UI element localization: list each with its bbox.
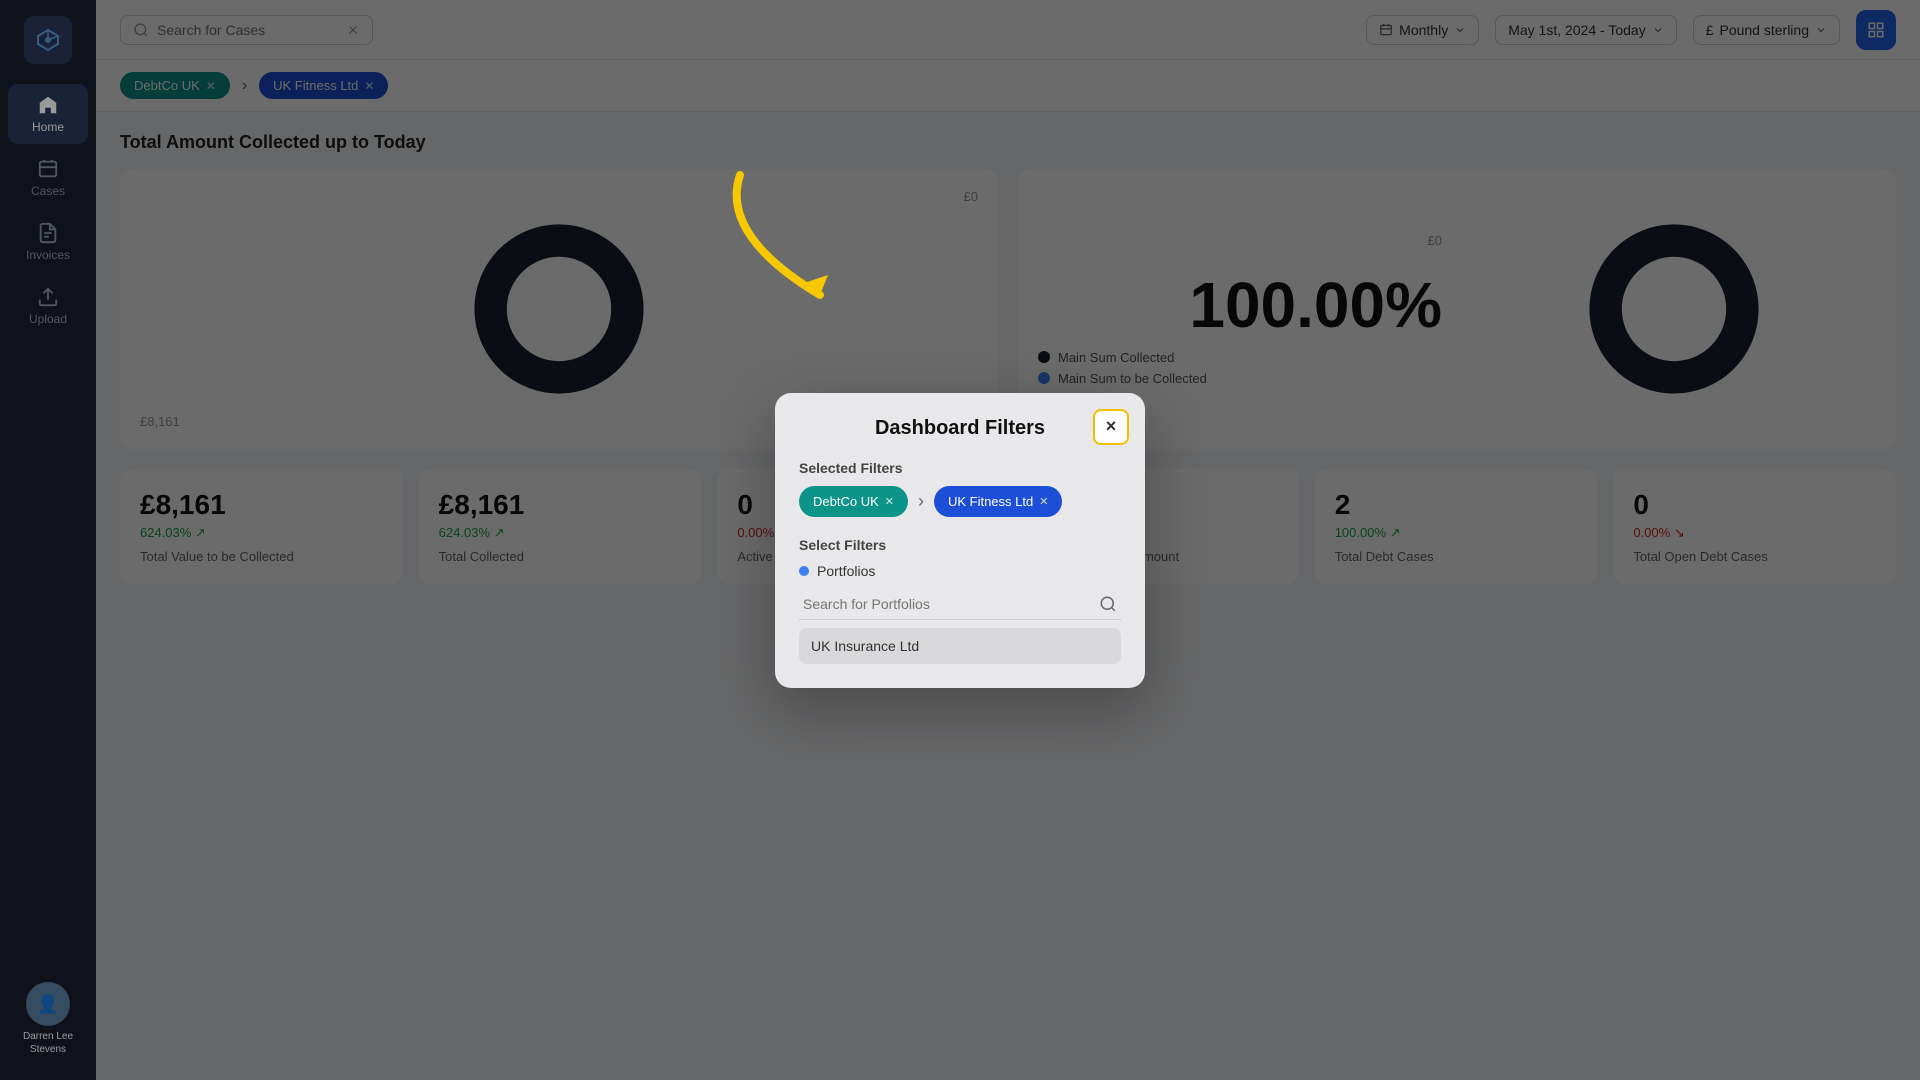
portfolio-list: UK Insurance Ltd bbox=[799, 628, 1121, 664]
portfolio-search-input[interactable] bbox=[803, 596, 1099, 612]
modal-overlay[interactable]: Dashboard Filters × Selected Filters Deb… bbox=[0, 0, 1920, 1080]
portfolios-row: Portfolios bbox=[799, 563, 1121, 579]
portfolio-search-icon bbox=[1099, 595, 1117, 613]
modal-title: Dashboard Filters bbox=[799, 417, 1121, 440]
portfolio-item-label: UK Insurance Ltd bbox=[811, 638, 919, 654]
select-filters-label: Select Filters bbox=[799, 537, 1121, 553]
modal-close-button[interactable]: × bbox=[1093, 409, 1129, 445]
close-icon: × bbox=[1106, 416, 1117, 437]
portfolios-dot bbox=[799, 566, 809, 576]
modal-filter-ukfitness[interactable]: UK Fitness Ltd ✕ bbox=[934, 486, 1062, 517]
portfolio-search[interactable] bbox=[799, 589, 1121, 620]
modal-filter-debtco[interactable]: DebtCo UK ✕ bbox=[799, 486, 908, 517]
app-container: Home Cases Invoices Upload 👤 Darren Le bbox=[0, 0, 1920, 1080]
modal-filter-debtco-label: DebtCo UK bbox=[813, 494, 879, 509]
modal-remove-debtco-icon[interactable]: ✕ bbox=[885, 495, 894, 508]
portfolio-list-item[interactable]: UK Insurance Ltd bbox=[799, 628, 1121, 664]
arrow-annotation bbox=[680, 155, 900, 325]
modal-dialog: Dashboard Filters × Selected Filters Deb… bbox=[775, 393, 1145, 688]
modal-remove-ukfitness-icon[interactable]: ✕ bbox=[1039, 495, 1048, 508]
modal-filter-ukfitness-label: UK Fitness Ltd bbox=[948, 494, 1033, 509]
selected-filters-label: Selected Filters bbox=[799, 460, 1121, 476]
modal-filters-row: DebtCo UK ✕ › UK Fitness Ltd ✕ bbox=[799, 486, 1121, 517]
portfolios-label: Portfolios bbox=[817, 563, 875, 579]
modal-filter-arrow: › bbox=[918, 491, 924, 512]
